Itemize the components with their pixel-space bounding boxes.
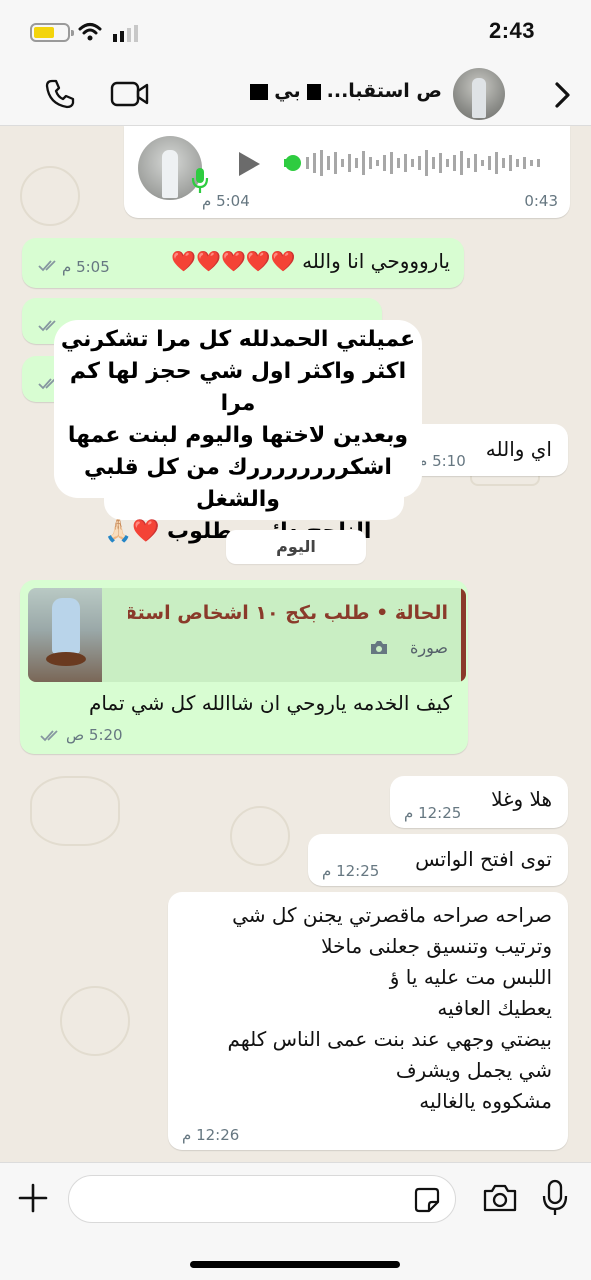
status-bar: 2:43 <box>0 0 591 62</box>
video-call-icon[interactable] <box>110 80 150 108</box>
sticker-text: عميلتي الحمدلله كل مرا تشكرني اكثر واكثر… <box>56 324 420 548</box>
voice-time: 5:04 م <box>202 192 250 210</box>
message-line: شي يجمل ويشرف <box>395 1058 552 1082</box>
camera-icon <box>371 641 387 654</box>
sticker-line: عميلتي الحمدلله كل مرا تشكرني <box>60 327 416 352</box>
redaction <box>250 83 269 100</box>
message-bubble[interactable]: اي والله 5:10 م <box>406 424 568 476</box>
message-time: 12:25 م <box>404 804 462 822</box>
message-line: مشكووه يالغاليه <box>419 1089 552 1113</box>
date-divider: اليوم <box>226 530 366 564</box>
audio-waveform[interactable] <box>284 146 546 180</box>
message-text: هلا وغلا <box>491 787 552 811</box>
message-time: 12:26 م <box>182 1126 240 1144</box>
voice-message-bubble[interactable]: 5:04 م 0:43 <box>124 126 570 218</box>
message-text: اي والله <box>485 437 552 461</box>
contact-name-part2: بي <box>274 80 301 102</box>
contact-avatar[interactable] <box>453 68 505 120</box>
sticker-icon[interactable] <box>414 1187 440 1213</box>
message-time: 5:10 م <box>418 452 466 470</box>
message-text: كيف الخدمه ياروحي ان شاالله كل شي تمام <box>88 691 452 715</box>
message-line: اللبس مت عليه يا ؤ <box>389 965 552 989</box>
text-sticker[interactable]: عميلتي الحمدلله كل مرا تشكرني اكثر واكثر… <box>56 322 420 544</box>
message-bubble[interactable]: ياروووحي انا والله ❤️❤️❤️❤️❤️ 5:05 م <box>22 238 464 288</box>
reply-quote-subtitle: صورة <box>410 638 448 657</box>
status-time: 2:43 <box>488 18 535 43</box>
reply-quote-title: الحالة • طلب بكج ١٠ اشخاص استقبا... <box>128 602 448 624</box>
signal-icon <box>113 25 138 42</box>
microphone-icon[interactable] <box>542 1179 568 1217</box>
phone-icon[interactable] <box>44 78 76 110</box>
back-chevron-icon[interactable] <box>552 80 572 110</box>
message-bubble-with-reply[interactable]: الحالة • طلب بكج ١٠ اشخاص استقبا... صورة… <box>20 580 468 754</box>
read-receipt-icon <box>38 260 56 272</box>
message-line: صراحه صراحه ماقصرتي يجنن كل شي <box>232 903 552 927</box>
chat-header: ص استقبا... بي <box>0 62 591 126</box>
message-bubble[interactable]: هلا وغلا 12:25 م <box>390 776 568 828</box>
chat-area[interactable]: 5:04 م 0:43 ياروووحي انا والله ❤️❤️❤️❤️❤… <box>0 126 591 1162</box>
reply-quote[interactable]: الحالة • طلب بكج ١٠ اشخاص استقبا... صورة <box>28 588 466 682</box>
read-receipt-icon <box>40 730 58 742</box>
message-time: 5:05 م <box>62 258 110 276</box>
composer-bar <box>0 1162 591 1280</box>
message-time: 12:25 م <box>322 862 380 880</box>
message-line: يعطيك العافيه <box>437 996 552 1020</box>
message-time: 5:20 ص <box>66 726 123 744</box>
redaction <box>306 83 321 100</box>
message-text: ياروووحي انا والله ❤️❤️❤️❤️❤️ <box>171 249 450 273</box>
message-bubble[interactable]: توى افتح الواتس 12:25 م <box>308 834 568 886</box>
battery-icon <box>30 23 74 42</box>
message-text: توى افتح الواتس <box>415 847 552 871</box>
sticker-line: وبعدين لاختها واليوم لبنت عمها <box>67 423 409 448</box>
reply-quote-bar <box>461 588 466 682</box>
contact-name-part1: ص استقبا... <box>326 80 442 102</box>
message-line: وترتيب وتنسيق جعلنى ماخلا <box>321 934 552 958</box>
message-bubble[interactable]: صراحه صراحه ماقصرتي يجنن كل شي وترتيب وت… <box>168 892 568 1150</box>
plus-icon[interactable] <box>18 1183 48 1213</box>
sticker-line: اكثر واكثر اول شي حجز لها كم مرا <box>69 359 407 416</box>
status-thumbnail <box>28 588 102 682</box>
message-text: صراحه صراحه ماقصرتي يجنن كل شي وترتيب وت… <box>172 900 552 1117</box>
camera-icon[interactable] <box>482 1183 518 1213</box>
wifi-icon <box>78 23 102 41</box>
sticker-line: اشكررررررررك من كل قلبي والشغل <box>84 455 392 512</box>
message-line: بيضتي وجهي عند بنت عمى الناس كلهم <box>227 1027 552 1051</box>
home-indicator <box>190 1261 400 1268</box>
contact-name[interactable]: ص استقبا... بي <box>168 80 442 102</box>
message-input[interactable] <box>68 1175 456 1223</box>
play-icon[interactable] <box>236 150 262 178</box>
voice-duration: 0:43 <box>524 192 558 210</box>
